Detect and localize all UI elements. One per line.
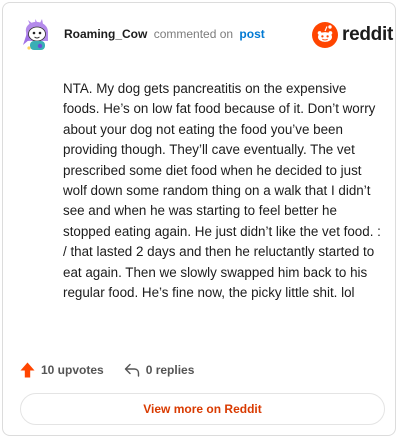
view-more-button[interactable]: View more on Reddit xyxy=(20,393,385,425)
upvote-arrow-icon xyxy=(20,362,35,378)
upvotes[interactable]: 10 upvotes xyxy=(20,362,104,378)
upvotes-label: 10 upvotes xyxy=(41,363,104,377)
user-avatar[interactable] xyxy=(21,19,55,53)
comment-body: NTA. My dog gets pancreatitis on the exp… xyxy=(63,81,381,301)
embed-card: Roaming_Cow commented on post reddit NTA… xyxy=(2,2,396,436)
post-link[interactable]: post xyxy=(239,27,264,41)
username[interactable]: Roaming_Cow xyxy=(64,27,147,41)
comment-meta: 10 upvotes 0 replies xyxy=(20,360,194,380)
reply-arrow-icon xyxy=(124,363,139,377)
comment-header: Roaming_Cow commented on post xyxy=(64,27,265,41)
replies[interactable]: 0 replies xyxy=(124,363,195,377)
reddit-logo[interactable]: reddit xyxy=(312,22,393,48)
reddit-wordmark: reddit xyxy=(342,24,393,45)
snoo-avatar-icon xyxy=(23,19,48,50)
action-text: commented on xyxy=(153,27,234,41)
replies-label: 0 replies xyxy=(145,363,195,377)
reddit-alien-icon xyxy=(312,22,338,48)
